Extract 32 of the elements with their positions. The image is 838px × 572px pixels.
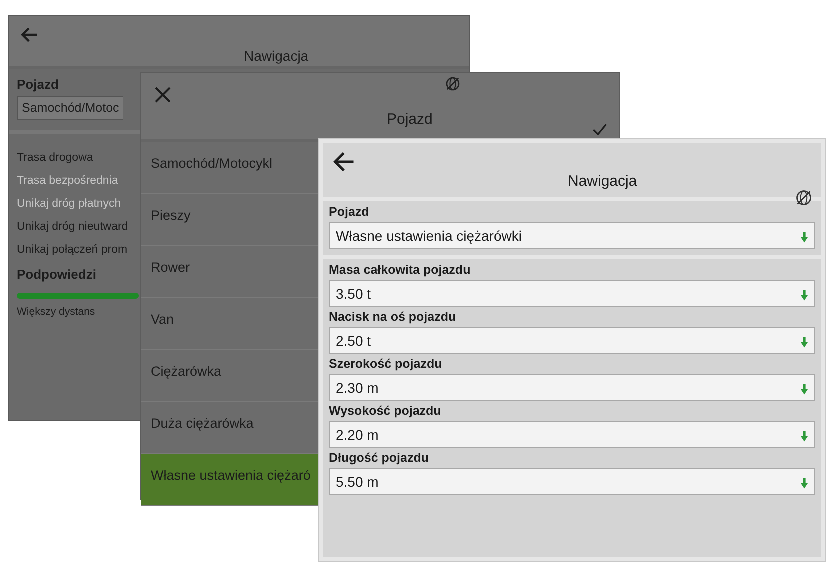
value-dropdown[interactable]: 5.50 m (329, 468, 815, 495)
dropdown-arrow-icon (801, 478, 808, 489)
field-label: Szerokość pojazdu (329, 357, 444, 371)
window-title: Nawigacja (244, 48, 309, 64)
value-dropdown[interactable]: 3.50 t (329, 280, 815, 307)
value-dropdown[interactable]: 2.20 m (329, 421, 815, 448)
dropdown-arrow-icon (801, 290, 808, 301)
field-label: Masa całkowita pojazdu (329, 263, 472, 277)
vehicle-dropdown[interactable]: Samochód/Motoc (17, 96, 124, 120)
dropdown-arrow-icon (801, 337, 808, 348)
dropdown-arrow-icon (801, 384, 808, 395)
window-title: Nawigacja (568, 173, 638, 190)
slider-bar[interactable] (17, 293, 139, 299)
option-item[interactable]: Trasa drogowa (17, 152, 94, 164)
section-label: Podpowiedzi (17, 267, 96, 282)
vehicle-dropdown[interactable]: Własne ustawienia ciężarówki (329, 222, 815, 249)
globe-icon[interactable] (795, 189, 813, 207)
option-item[interactable]: Unikaj dróg nieutward (17, 221, 128, 233)
field-label: Pojazd (17, 77, 59, 92)
window-title: Pojazd (387, 111, 433, 128)
dropdown-arrow-icon (801, 232, 808, 243)
field-label: Nacisk na oś pojazdu (329, 310, 458, 324)
value-dropdown[interactable]: 2.50 t (329, 327, 815, 354)
dropdown-arrow-icon (801, 431, 808, 442)
field-label: Pojazd (329, 205, 370, 219)
option-item[interactable]: Unikaj połączeń prom (17, 244, 128, 256)
vehicle-option[interactable]: Własne ustawienia ciężaró (141, 454, 318, 506)
field-label: Długość pojazdu (329, 451, 430, 465)
close-icon[interactable] (153, 85, 173, 105)
value-dropdown[interactable]: 2.30 m (329, 374, 815, 401)
slider-caption: Większy dystans (17, 306, 96, 318)
field-label: Wysokość pojazdu (329, 404, 442, 418)
